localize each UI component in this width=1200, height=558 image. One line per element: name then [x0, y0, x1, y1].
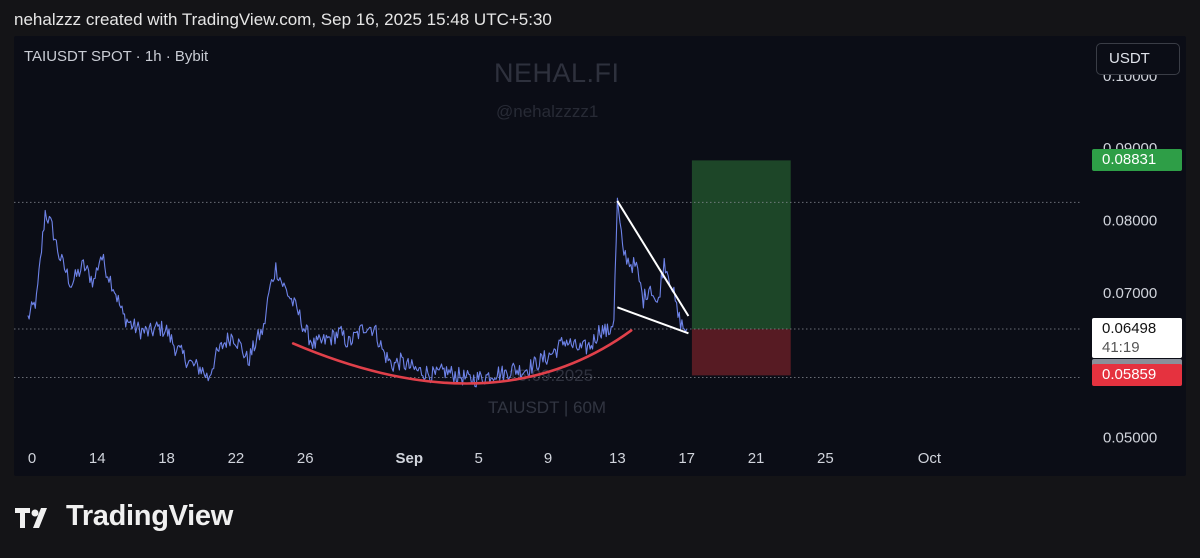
x-tick-label-12: Oct — [918, 450, 942, 467]
y-tick-label-2: 0.08000 — [1103, 212, 1157, 229]
target-price-tag: 0.08831 — [1092, 149, 1182, 172]
price-chart[interactable]: 0.100000.090000.080000.070000.0500001418… — [14, 36, 1186, 476]
chart-caption: nehalzzz created with TradingView.com, S… — [14, 10, 552, 29]
price-line — [27, 197, 688, 388]
x-tick-label-3: 22 — [228, 450, 245, 467]
current-price-tag: 0.06498 41:19 — [1092, 318, 1182, 359]
stop-zone — [691, 329, 791, 376]
x-tick-label-10: 21 — [748, 450, 765, 467]
current-price-tag-countdown: 41:19 — [1102, 339, 1140, 357]
tradingview-wordmark: TradingView — [66, 500, 233, 532]
target-zone — [691, 160, 791, 330]
x-tick-label-9: 17 — [678, 450, 695, 467]
y-tick-label-3: 0.07000 — [1103, 285, 1157, 302]
symbol-label: TAIUSDT SPOT · 1h · Bybit — [24, 48, 209, 65]
x-tick-label-1: 14 — [89, 450, 106, 467]
tradingview-logo: TradingView — [14, 500, 233, 533]
x-tick-label-8: 13 — [609, 450, 626, 467]
tradingview-icon — [15, 507, 47, 528]
x-tick-label-6: 5 — [474, 450, 482, 467]
x-tick-label-2: 18 — [158, 450, 175, 467]
chart-panel[interactable]: NEHAL.FI @nehalzzzz1 16.09.2025 TAIUSDT … — [14, 36, 1186, 476]
x-tick-label-4: 26 — [297, 450, 314, 467]
currency-button[interactable]: USDT — [1096, 43, 1180, 75]
x-tick-label-5: Sep — [396, 450, 424, 467]
stop-price-tag: 0.05859 — [1092, 364, 1182, 387]
x-tick-label-11: 25 — [817, 450, 834, 467]
x-tick-label-7: 9 — [544, 450, 552, 467]
y-tick-label-4: 0.05000 — [1103, 430, 1157, 447]
x-tick-label-0: 0 — [28, 450, 36, 467]
